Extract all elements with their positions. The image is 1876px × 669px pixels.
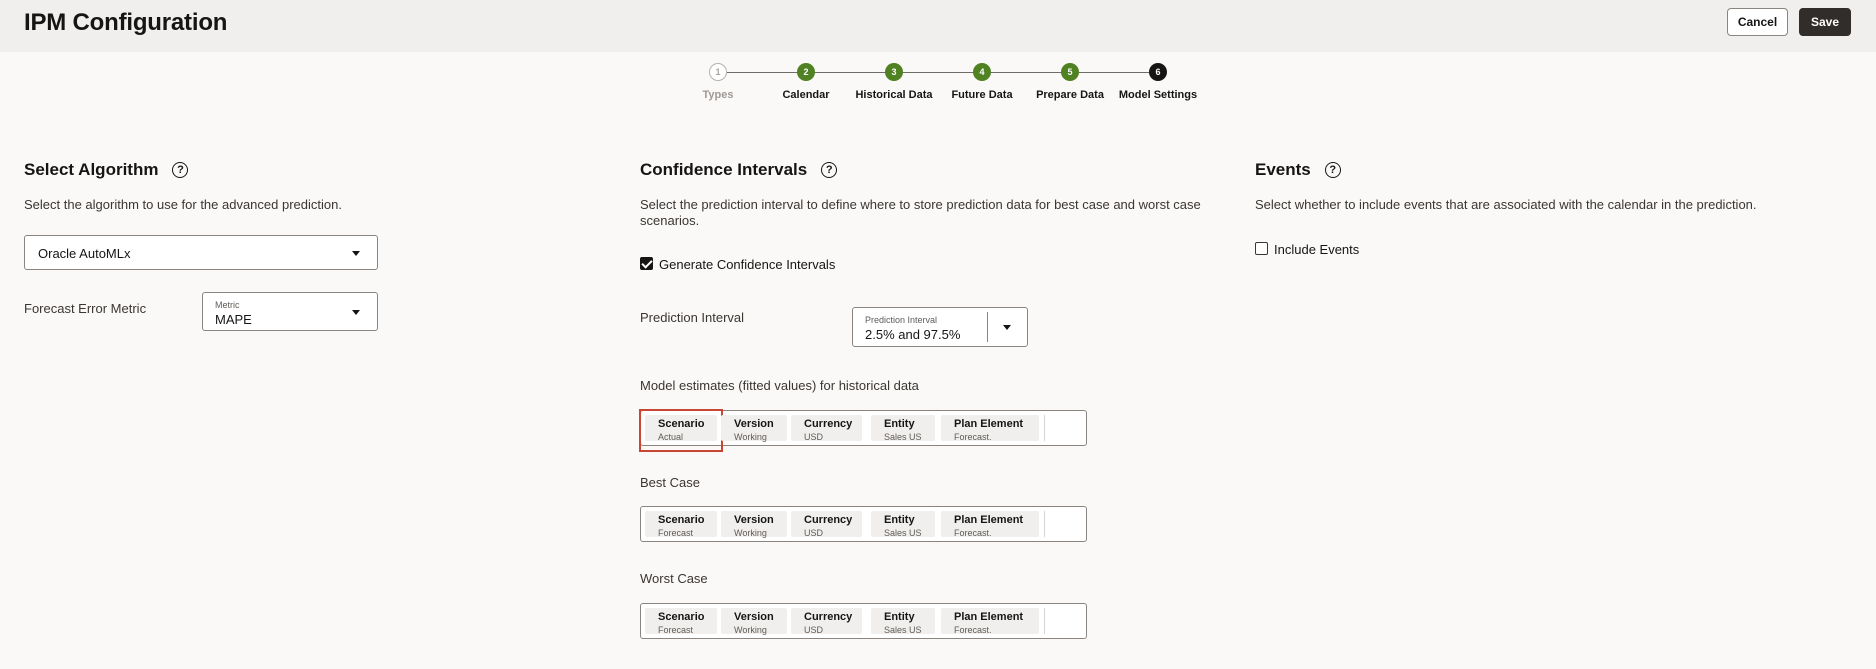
pov-chip-plan-element[interactable]: Plan Element Forecast. <box>941 511 1039 538</box>
model-estimates-pov-bar[interactable]: Scenario Actual Version Working Currency… <box>639 409 1087 452</box>
pov-dimension-name: Entity <box>884 611 915 623</box>
pov-chip-currency[interactable]: Currency USD <box>791 415 862 442</box>
worst-case-pov-bar[interactable]: Scenario Forecast Version Working Curren… <box>640 603 1087 639</box>
algorithm-section-title: Select Algorithm ? <box>24 160 189 180</box>
page-header: IPM Configuration Cancel Save <box>0 0 1876 52</box>
select-divider <box>987 312 988 342</box>
metric-select[interactable]: Metric MAPE <box>202 292 378 331</box>
pov-dimension-name: Entity <box>884 514 915 526</box>
forecast-error-metric-label: Forecast Error Metric <box>24 301 147 316</box>
pov-dimension-name: Scenario <box>658 611 705 623</box>
pov-chip-plan-element[interactable]: Plan Element Forecast. <box>941 608 1039 635</box>
help-icon[interactable]: ? <box>1324 162 1341 178</box>
pov-member-value: USD <box>804 528 824 538</box>
pov-member-value: Sales US <box>884 528 922 538</box>
include-events-checkbox[interactable] <box>1255 242 1268 255</box>
help-icon[interactable]: ? <box>821 162 838 178</box>
pov-chip-scenario[interactable]: Scenario Forecast <box>645 511 717 538</box>
step-number: 2 <box>797 63 815 81</box>
pov-member-value: Forecast <box>658 625 694 635</box>
pov-chip-entity[interactable]: Entity Sales US <box>871 608 935 635</box>
focus-outline <box>639 409 723 452</box>
algorithm-description: Select the algorithm to use for the adva… <box>24 197 342 212</box>
pov-member-value: Working <box>734 528 767 538</box>
pov-member-value: Working <box>734 625 767 635</box>
pov-dimension-name: Plan Element <box>954 418 1024 430</box>
metric-field-label: Metric <box>215 300 240 310</box>
chevron-down-icon <box>352 310 360 315</box>
algorithm-title-text: Select Algorithm <box>24 160 159 179</box>
events-title-text: Events <box>1255 160 1311 179</box>
events-section-title: Events ? <box>1255 160 1341 180</box>
step-number: 3 <box>885 63 903 81</box>
include-events-label[interactable]: Include Events <box>1274 242 1359 257</box>
step-number: 6 <box>1149 63 1167 81</box>
pov-dimension-name: Plan Element <box>954 514 1024 526</box>
pov-chip-version[interactable]: Version Working <box>721 608 787 635</box>
save-button[interactable]: Save <box>1799 8 1851 36</box>
pov-member-value: Sales US <box>884 432 922 442</box>
pov-member-value: USD <box>804 625 824 635</box>
pov-dimension-name: Currency <box>804 611 853 623</box>
pov-chip-version[interactable]: Version Working <box>721 415 787 442</box>
prediction-interval-select[interactable]: Prediction Interval 2.5% and 97.5% <box>852 307 1028 347</box>
confidence-section-title: Confidence Intervals ? <box>640 160 838 180</box>
pov-chip-currency[interactable]: Currency USD <box>791 511 862 538</box>
algorithm-select[interactable]: Oracle AutoMLx <box>24 235 378 270</box>
best-case-label: Best Case <box>640 475 700 490</box>
prediction-interval-label: Prediction Interval <box>640 310 745 325</box>
generate-confidence-checkbox[interactable] <box>640 257 653 270</box>
pov-member-value: Forecast. <box>954 432 992 442</box>
pov-member-value: Forecast. <box>954 528 992 538</box>
pov-dimension-name: Entity <box>884 418 915 430</box>
pi-select-value: 2.5% and 97.5% <box>865 327 961 342</box>
pov-member-value: Forecast <box>658 528 694 538</box>
chevron-down-icon <box>352 251 360 256</box>
pov-divider <box>1044 511 1045 537</box>
page-title: IPM Configuration <box>24 9 228 36</box>
pov-chip-entity[interactable]: Entity Sales US <box>871 511 935 538</box>
pov-member-value: USD <box>804 432 824 442</box>
model-estimates-label: Model estimates (fitted values) for hist… <box>640 378 919 393</box>
chevron-down-icon <box>1003 325 1011 330</box>
pov-divider <box>1044 415 1045 441</box>
pi-field-label: Prediction Interval <box>865 315 938 325</box>
cancel-button[interactable]: Cancel <box>1727 8 1788 36</box>
confidence-description-line2: scenarios. <box>640 213 700 228</box>
pov-dimension-name: Version <box>734 514 774 526</box>
pov-chip-version[interactable]: Version Working <box>721 511 787 538</box>
pov-chip-scenario[interactable]: Scenario Actual <box>639 409 723 452</box>
step-number: 5 <box>1061 63 1079 81</box>
step-number: 1 <box>709 63 727 81</box>
pov-divider <box>1044 608 1045 634</box>
generate-confidence-label[interactable]: Generate Confidence Intervals <box>659 257 835 272</box>
pov-dimension-name: Currency <box>804 418 853 430</box>
pov-dimension-name: Currency <box>804 514 853 526</box>
pov-dimension-name: Version <box>734 418 774 430</box>
confidence-title-text: Confidence Intervals <box>640 160 808 179</box>
pov-dimension-name: Plan Element <box>954 611 1024 623</box>
algorithm-select-value: Oracle AutoMLx <box>38 246 131 261</box>
pov-member-value: Sales US <box>884 625 922 635</box>
pov-chip-currency[interactable]: Currency USD <box>791 608 862 635</box>
events-description: Select whether to include events that ar… <box>1255 197 1757 212</box>
best-case-pov-bar[interactable]: Scenario Forecast Version Working Curren… <box>640 506 1087 542</box>
metric-select-value: MAPE <box>215 312 252 327</box>
pov-dimension-name: Version <box>734 611 774 623</box>
pov-member-value: Forecast. <box>954 625 992 635</box>
worst-case-label: Worst Case <box>640 571 708 586</box>
confidence-description-line1: Select the prediction interval to define… <box>640 197 1201 212</box>
pov-dimension-name: Scenario <box>658 514 705 526</box>
step-number: 4 <box>973 63 991 81</box>
help-icon[interactable]: ? <box>172 162 189 178</box>
step-model-settings[interactable]: 6 Model Settings <box>1078 63 1238 101</box>
step-label: Model Settings <box>1118 89 1198 101</box>
pov-chip-entity[interactable]: Entity Sales US <box>871 415 935 442</box>
pov-member-value: Working <box>734 432 767 442</box>
pov-chip-scenario[interactable]: Scenario Forecast <box>645 608 717 635</box>
pov-chip-plan-element[interactable]: Plan Element Forecast. <box>941 415 1039 442</box>
